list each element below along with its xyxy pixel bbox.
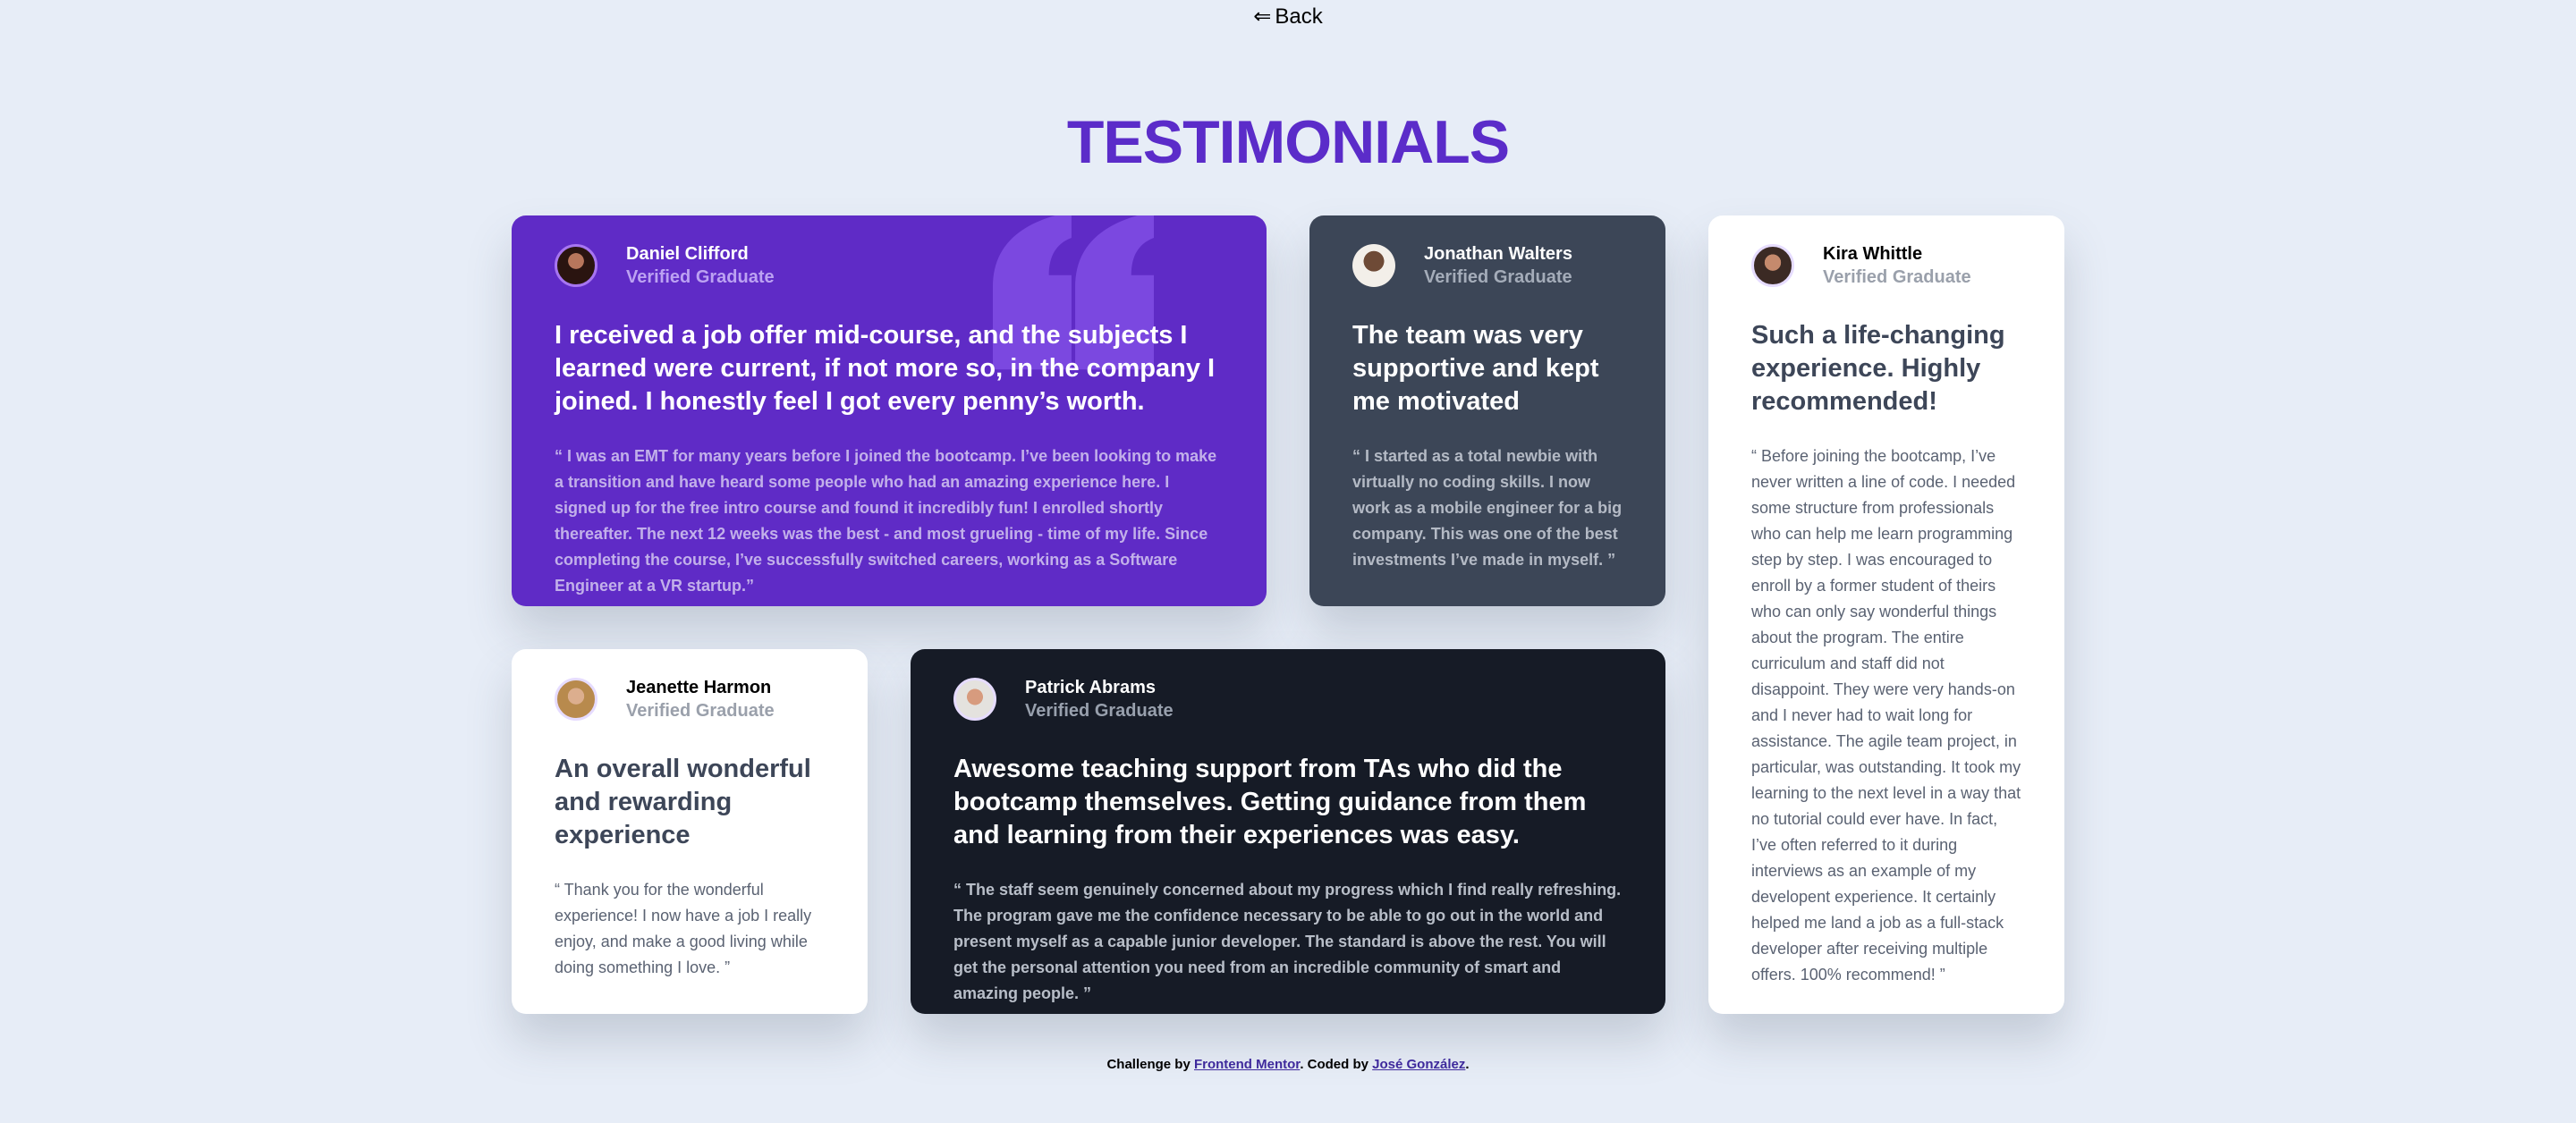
attribution-middle: . Coded by <box>1300 1057 1368 1072</box>
author-link[interactable]: José González <box>1372 1057 1465 1072</box>
testimonial-headline: Awesome teaching support from TAs who di… <box>953 755 1587 849</box>
author-name: Daniel Clifford <box>626 244 749 264</box>
testimonial-headline: The team was very supportive and kept me… <box>1352 321 1599 416</box>
author-role: Verified Graduate <box>626 267 775 287</box>
testimonial-header: Jonathan Walters Verified Graduate <box>1352 242 1623 289</box>
avatar <box>1751 244 1794 287</box>
author-name: Jonathan Walters <box>1424 244 1572 264</box>
avatar <box>555 244 597 287</box>
avatar <box>953 678 996 721</box>
testimonial-quote: “ Thank you for the wonderful experience… <box>555 881 812 976</box>
testimonial-card-patrick: Patrick Abrams Verified Graduate Awesome… <box>911 649 1665 1014</box>
author-info: Jonathan Walters Verified Graduate <box>1424 242 1572 289</box>
author-info: Daniel Clifford Verified Graduate <box>626 242 775 289</box>
back-label: Back <box>1275 4 1323 29</box>
author-info: Jeanette Harmon Verified Graduate <box>626 676 775 722</box>
author-name: Jeanette Harmon <box>626 678 772 697</box>
testimonial-quote: “ Before joining the bootcamp, I’ve neve… <box>1751 447 2021 984</box>
attribution: Challenge by Frontend Mentor. Coded by J… <box>0 1057 2576 1072</box>
testimonial-header: Jeanette Harmon Verified Graduate <box>555 676 825 722</box>
testimonial-headline: An overall wonderful and rewarding exper… <box>555 755 811 849</box>
frontend-mentor-link[interactable]: Frontend Mentor <box>1194 1057 1300 1072</box>
attribution-suffix: . <box>1465 1057 1470 1072</box>
testimonial-card-kira: Kira Whittle Verified Graduate Such a li… <box>1708 215 2064 1014</box>
testimonial-card-jonathan: Jonathan Walters Verified Graduate The t… <box>1309 215 1665 606</box>
testimonial-card-jeanette: Jeanette Harmon Verified Graduate An ove… <box>512 649 868 1014</box>
author-role: Verified Graduate <box>1424 267 1572 287</box>
testimonial-card-daniel: Daniel Clifford Verified Graduate I rece… <box>512 215 1267 606</box>
testimonial-headline: Such a life-changing experience. Highly … <box>1751 321 2005 416</box>
author-role: Verified Graduate <box>626 701 775 721</box>
author-info: Kira Whittle Verified Graduate <box>1823 242 1971 289</box>
testimonial-quote: “ I was an EMT for many years before I j… <box>555 447 1217 595</box>
left-double-arrow-icon: ⇐ <box>1253 4 1272 29</box>
testimonial-quote: “ The staff seem genuinely concerned abo… <box>953 881 1622 1002</box>
testimonial-header: Daniel Clifford Verified Graduate <box>555 242 1224 289</box>
page-title: TESTIMONIALS <box>1066 108 1510 176</box>
attribution-prefix: Challenge by <box>1106 1057 1191 1072</box>
back-link[interactable]: ⇐ Back <box>0 4 2576 30</box>
testimonial-header: Patrick Abrams Verified Graduate <box>953 676 1623 722</box>
author-info: Patrick Abrams Verified Graduate <box>1025 676 1174 722</box>
author-name: Kira Whittle <box>1823 244 1923 264</box>
testimonial-quote: “ I started as a total newbie with virtu… <box>1352 447 1623 569</box>
testimonial-headline: I received a job offer mid-course, and t… <box>555 321 1216 416</box>
avatar <box>555 678 597 721</box>
testimonial-header: Kira Whittle Verified Graduate <box>1751 242 2021 289</box>
author-role: Verified Graduate <box>1025 701 1174 721</box>
author-role: Verified Graduate <box>1823 267 1971 287</box>
avatar <box>1352 244 1395 287</box>
author-name: Patrick Abrams <box>1025 678 1156 697</box>
